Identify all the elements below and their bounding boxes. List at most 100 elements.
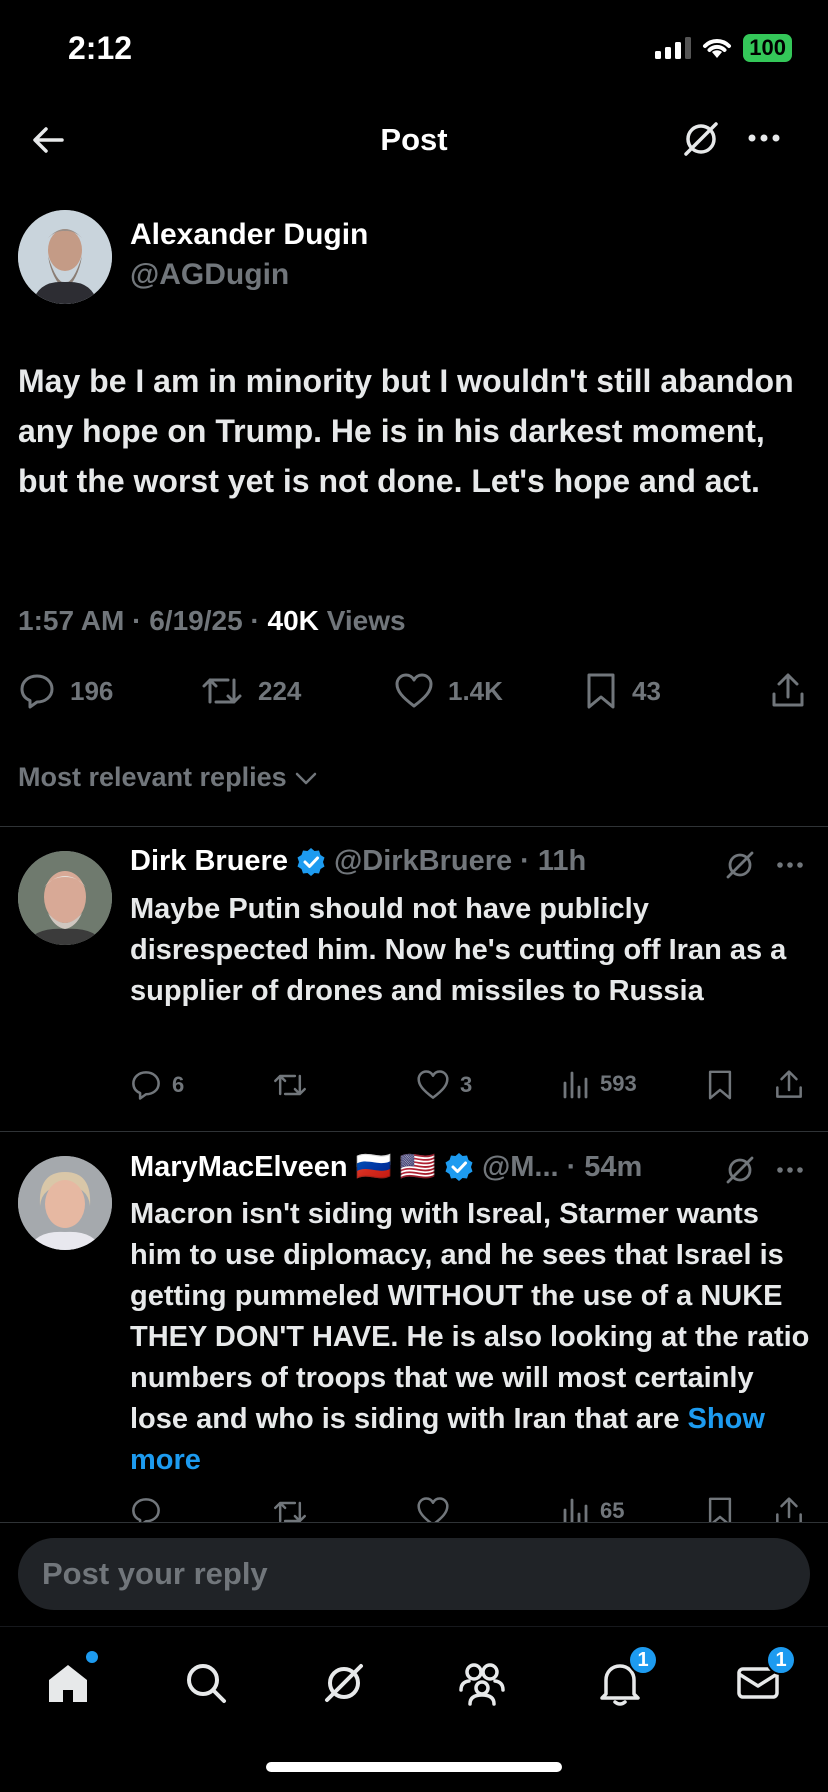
share-button[interactable]: [770, 672, 806, 710]
reply-share-button[interactable]: [774, 1496, 804, 1522]
repost-button[interactable]: 224: [200, 672, 301, 710]
reply-time: 11h: [537, 845, 587, 877]
status-time: 2:12: [68, 30, 133, 66]
reply-views-button[interactable]: 65: [562, 1496, 624, 1522]
bookmark-count: 43: [632, 675, 661, 706]
more-dots-icon: [777, 1167, 803, 1173]
grok-icon: [726, 851, 754, 879]
reply-input[interactable]: [42, 1556, 782, 1592]
analytics-icon: [563, 1071, 588, 1099]
wifi-icon: [703, 39, 732, 58]
chevron-down-icon: [295, 772, 316, 784]
nav-messages[interactable]: 1: [728, 1645, 796, 1713]
reply-icon: [132, 1071, 160, 1100]
reply-grok-button[interactable]: [724, 849, 756, 881]
reply-composer[interactable]: [18, 1538, 810, 1610]
verified-badge-icon: [297, 847, 325, 876]
reply-text: Macron isn't siding with Isreal, Starmer…: [130, 1194, 810, 1481]
home-icon: [49, 1665, 87, 1702]
nav-communities[interactable]: [452, 1653, 512, 1713]
heart-icon: [417, 1070, 449, 1099]
home-indicator: [266, 1762, 562, 1772]
reply-button[interactable]: 196: [18, 672, 113, 710]
share-icon: [776, 1497, 802, 1522]
reply-author-name[interactable]: MaryMacElveen 🇷🇺 🇺🇸: [130, 1150, 436, 1184]
analytics-icon: [563, 1498, 588, 1522]
reply-text-content: Macron isn't siding with Isreal, Starmer…: [130, 1198, 810, 1435]
reply-views-count: 593: [600, 1071, 637, 1096]
reply-item[interactable]: Dirk Bruere @DirkBruere · 11h Maybe Puti…: [0, 827, 828, 1131]
nav-grok[interactable]: [314, 1653, 374, 1713]
status-indicators: 100: [655, 34, 792, 62]
post-time: 1:57 AM: [18, 605, 125, 636]
reply-text: Maybe Putin should not have publicly dis…: [130, 893, 787, 1007]
reply-time: 54m: [584, 1150, 643, 1183]
grok-icon: [325, 1664, 363, 1702]
views-label: Views: [326, 605, 406, 636]
more-dots-icon: [777, 862, 803, 868]
post-meta: 1:57 AM · 6/19/25 · 40K Views: [18, 605, 406, 636]
reply-icon: [132, 1498, 160, 1522]
author-handle[interactable]: @AGDugin: [130, 258, 289, 292]
verified-badge-icon: [445, 1153, 473, 1181]
more-options-button[interactable]: [744, 118, 784, 158]
reply-like-button[interactable]: 3: [416, 1069, 472, 1101]
reply-repost-button[interactable]: [272, 1069, 308, 1101]
battery-indicator: 100: [743, 34, 792, 62]
reply-more-button[interactable]: [774, 849, 806, 881]
share-icon: [772, 673, 804, 707]
grok-icon: [726, 1156, 754, 1184]
repost-icon: [274, 1501, 306, 1522]
reply-avatar[interactable]: [18, 1156, 112, 1250]
post-date: 6/19/25: [149, 605, 243, 636]
views-count: 40K: [267, 605, 319, 636]
reply-bookmark-button[interactable]: [706, 1069, 734, 1101]
reply-views-button[interactable]: 593: [562, 1069, 637, 1099]
reply-header: Dirk Bruere @DirkBruere · 11h: [130, 845, 587, 878]
grok-icon: [684, 122, 718, 156]
reply-handle[interactable]: @M...: [482, 1151, 559, 1184]
nav-search[interactable]: [176, 1653, 236, 1713]
reply-reply-button[interactable]: [130, 1496, 162, 1522]
author-avatar[interactable]: [18, 210, 112, 304]
repost-count: 224: [258, 675, 302, 706]
like-button[interactable]: 1.4K: [394, 672, 503, 710]
reply-like-count: 3: [460, 1072, 473, 1097]
top-header: Post: [0, 100, 828, 182]
reply-like-button[interactable]: [416, 1496, 450, 1522]
reply-avatar[interactable]: [18, 851, 112, 945]
author-name[interactable]: Alexander Dugin: [130, 218, 368, 252]
replies-sort-dropdown[interactable]: Most relevant replies: [18, 762, 319, 793]
bookmark-icon: [587, 673, 615, 709]
bookmark-icon: [708, 1070, 732, 1100]
heart-icon: [395, 673, 433, 708]
reply-repost-button[interactable]: [272, 1496, 308, 1522]
bookmark-button[interactable]: 43: [584, 672, 661, 710]
notifications-badge: 1: [628, 1645, 658, 1675]
reply-share-button[interactable]: [774, 1069, 804, 1101]
nav-notifications[interactable]: 1: [590, 1645, 658, 1713]
reply-author-name[interactable]: Dirk Bruere: [130, 845, 288, 878]
avatar-image: [18, 851, 112, 945]
messages-badge: 1: [766, 1645, 796, 1675]
bookmark-icon: [708, 1497, 732, 1522]
avatar-image: [18, 1156, 112, 1250]
reply-bookmark-button[interactable]: [706, 1496, 734, 1522]
search-icon: [187, 1664, 226, 1703]
reply-count: 196: [70, 675, 114, 706]
reply-grok-button[interactable]: [724, 1154, 756, 1186]
reply-icon: [20, 674, 54, 709]
reply-handle[interactable]: @DirkBruere: [334, 845, 512, 878]
reply-reply-button[interactable]: 6: [130, 1069, 184, 1101]
reply-more-button[interactable]: [774, 1154, 806, 1186]
like-count: 1.4K: [448, 675, 503, 706]
repost-icon: [202, 678, 242, 704]
repost-icon: [274, 1074, 306, 1096]
grok-button[interactable]: [680, 118, 722, 160]
communities-icon: [459, 1663, 505, 1706]
more-dots-icon: [748, 134, 780, 142]
home-unread-dot: [86, 1651, 98, 1663]
reply-item[interactable]: MaryMacElveen 🇷🇺 🇺🇸 @M... · 54m Macron i…: [0, 1132, 828, 1522]
nav-home[interactable]: [38, 1651, 98, 1713]
heart-icon: [417, 1497, 449, 1522]
